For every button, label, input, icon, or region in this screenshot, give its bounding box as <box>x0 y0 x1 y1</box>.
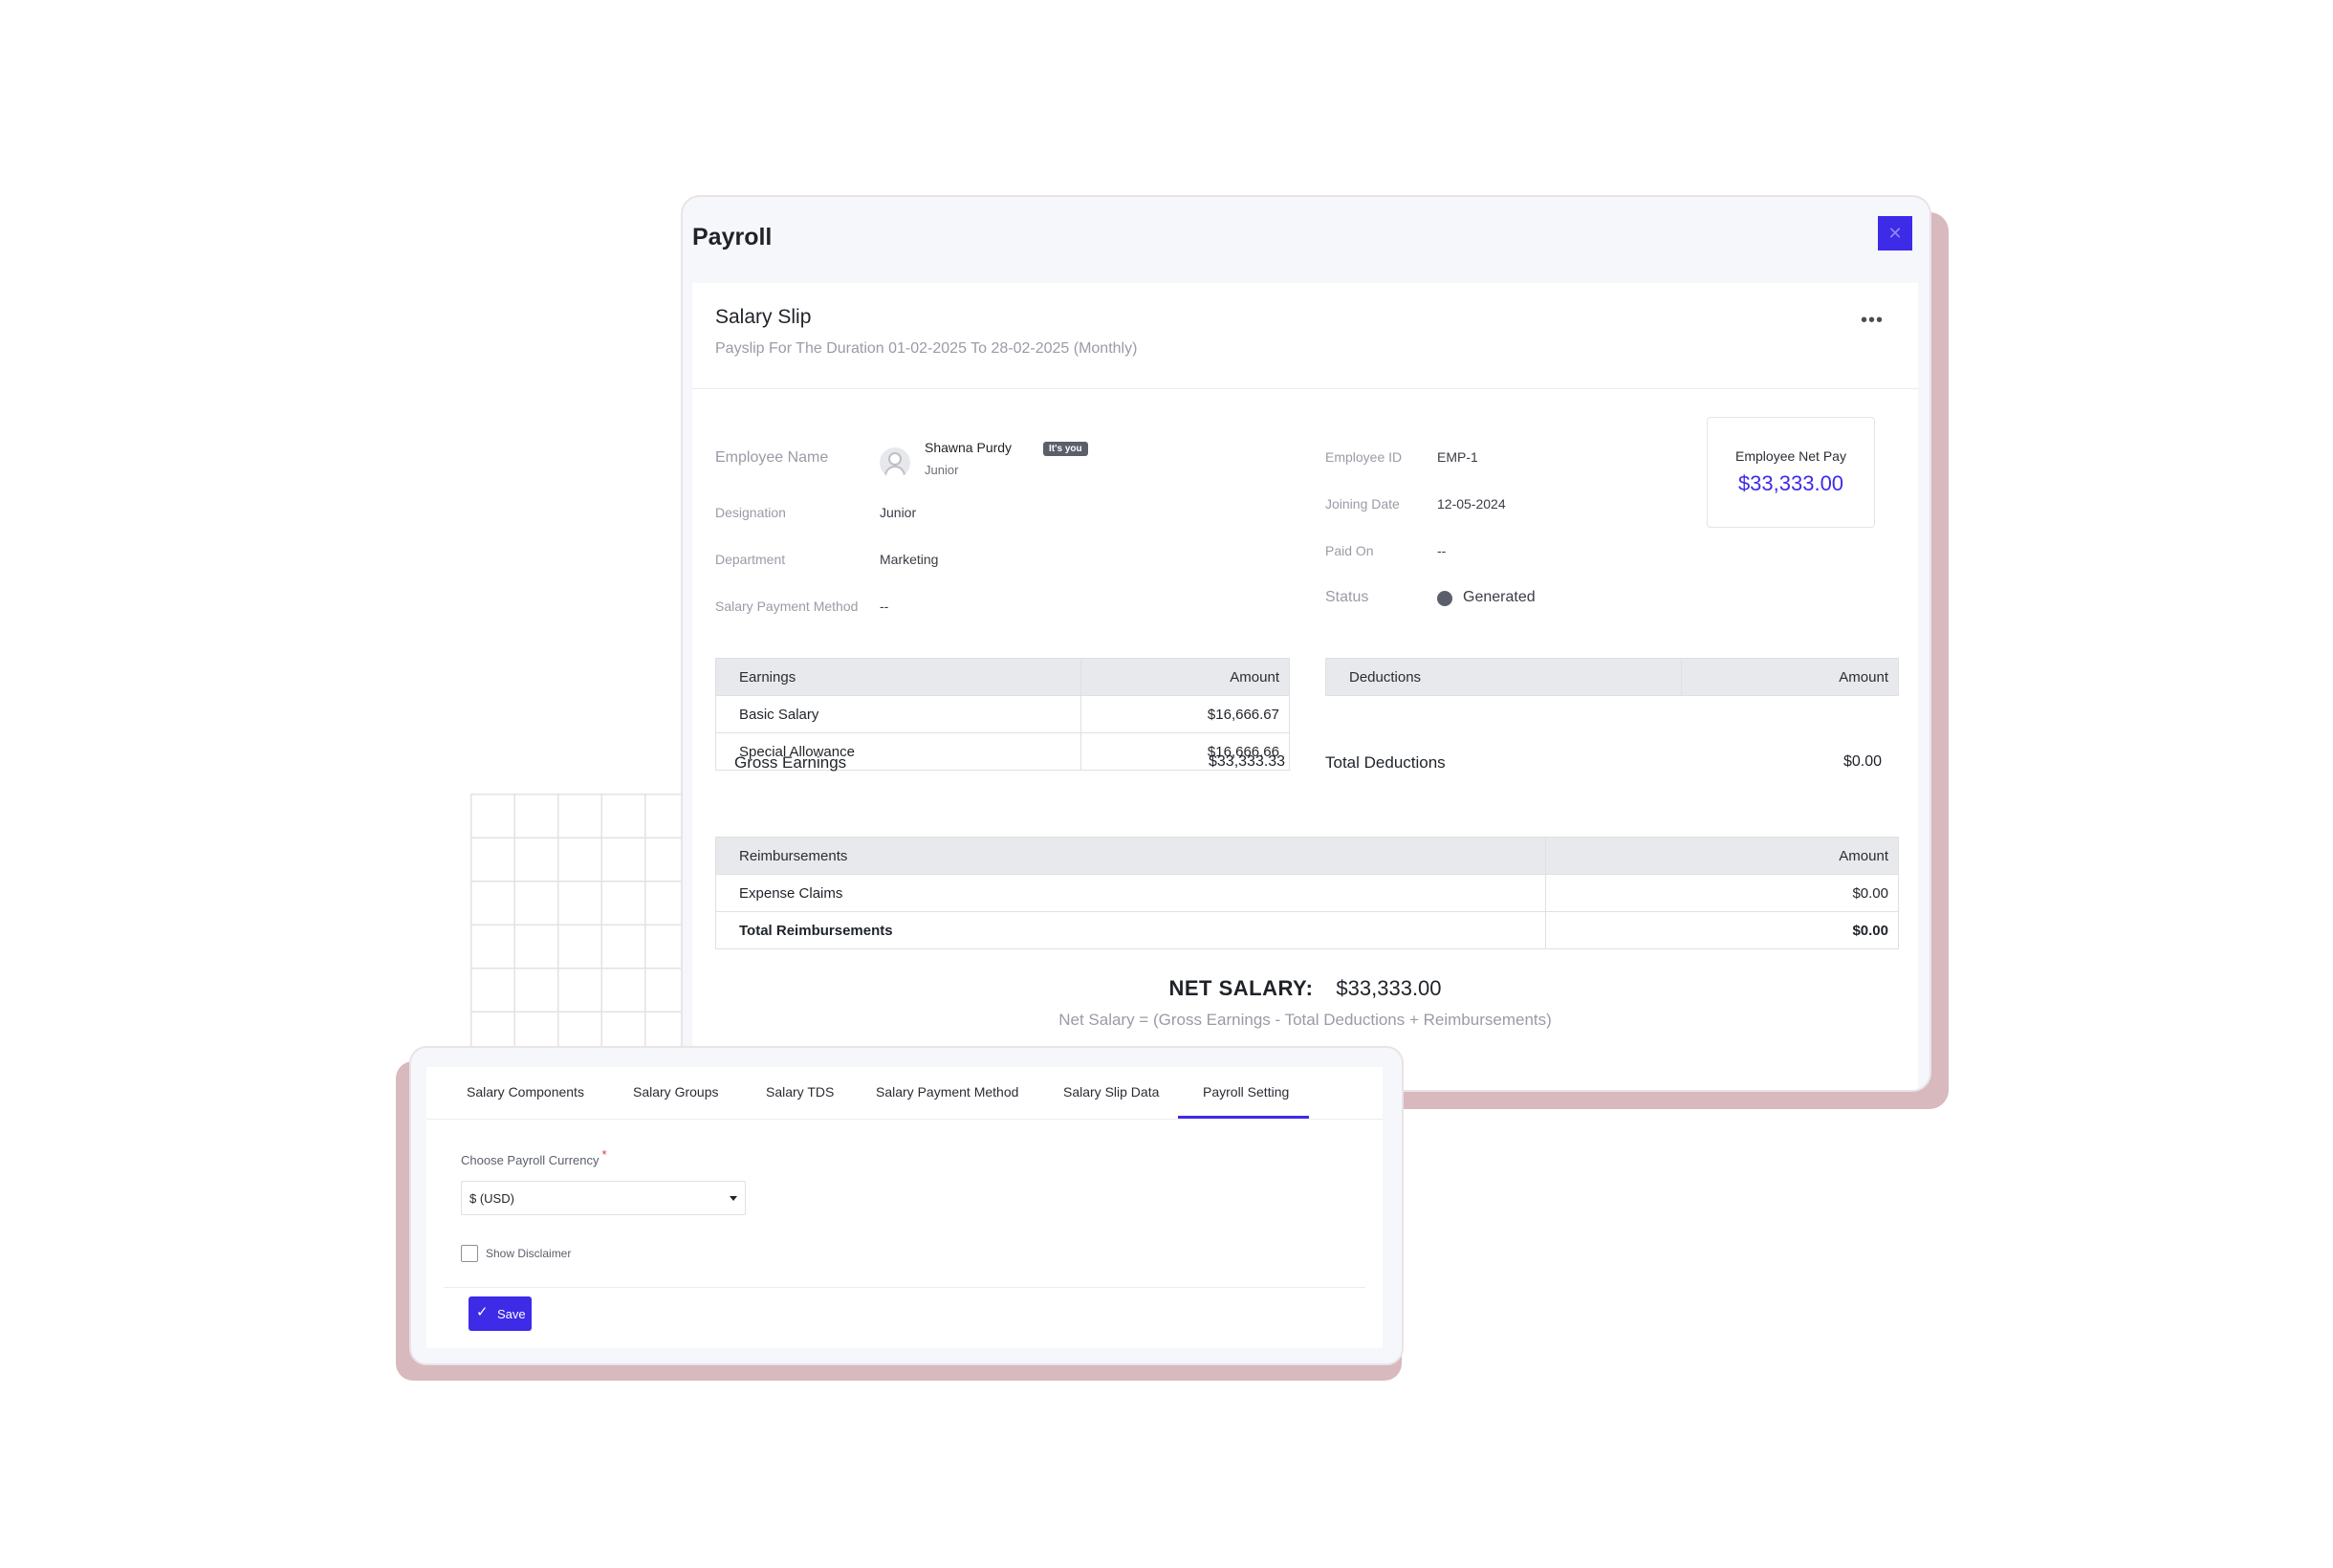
close-icon: ✕ <box>1887 224 1903 243</box>
net-pay-box: Employee Net Pay $33,333.00 <box>1707 417 1875 528</box>
earning-amount: $16,666.67 <box>1080 695 1290 733</box>
more-options-button[interactable]: ••• <box>1861 310 1884 332</box>
payment-method-value: -- <box>880 599 889 614</box>
tab-salary-slip-data[interactable]: Salary Slip Data <box>1063 1084 1159 1100</box>
payroll-settings-window: Salary Components Salary Groups Salary T… <box>409 1046 1404 1365</box>
amount-header: Amount <box>1545 837 1899 875</box>
show-disclaimer-checkbox[interactable] <box>461 1245 478 1262</box>
payment-method-label: Salary Payment Method <box>715 599 859 614</box>
page-title: Payroll <box>692 224 773 250</box>
table-row: Basic Salary $16,666.67 <box>715 695 1290 733</box>
total-reimbursements-value: $0.00 <box>1545 911 1899 949</box>
department-value: Marketing <box>880 552 939 567</box>
earning-name: Basic Salary <box>715 695 1081 733</box>
deductions-header: Deductions <box>1325 658 1682 696</box>
net-salary-line: NET SALARY: $33,333.00 <box>692 976 1918 1001</box>
save-button[interactable]: ✓ Save <box>469 1296 532 1331</box>
amount-header: Amount <box>1080 658 1290 696</box>
its-you-badge: It's you <box>1043 442 1088 456</box>
check-icon: ✓ <box>476 1304 489 1320</box>
table-header-row: Earnings Amount <box>715 658 1290 696</box>
designation-value: Junior <box>880 505 917 520</box>
total-deductions-label: Total Deductions <box>1325 753 1446 772</box>
payroll-window: Payroll ✕ Salary Slip Payslip For The Du… <box>681 195 1931 1092</box>
net-pay-label: Employee Net Pay <box>1735 448 1846 464</box>
settings-divider <box>444 1287 1365 1288</box>
required-marker: * <box>601 1147 607 1162</box>
earnings-header: Earnings <box>715 658 1081 696</box>
save-button-label: Save <box>497 1307 526 1321</box>
status-indicator <box>1437 591 1452 606</box>
gross-earnings-value: $33,333.33 <box>1209 753 1286 770</box>
joining-date-value: 12-05-2024 <box>1437 496 1506 512</box>
gross-earnings-label: Gross Earnings <box>734 753 847 772</box>
employee-name[interactable]: Shawna Purdy <box>925 440 1012 455</box>
deductions-table: Deductions Amount <box>1325 658 1899 696</box>
net-salary-formula: Net Salary = (Gross Earnings - Total Ded… <box>1058 1011 1552 1029</box>
reimbursements-table: Reimbursements Amount Expense Claims $0.… <box>715 837 1899 949</box>
currency-select-value: $ (USD) <box>469 1191 514 1206</box>
tab-salary-payment-method[interactable]: Salary Payment Method <box>876 1084 1018 1100</box>
salary-slip-title: Salary Slip <box>715 306 812 328</box>
tab-salary-tds[interactable]: Salary TDS <box>766 1084 834 1100</box>
decorative-grid <box>470 794 688 1052</box>
currency-select[interactable]: $ (USD) <box>461 1181 746 1215</box>
salary-slip-subtitle: Payslip For The Duration 01-02-2025 To 2… <box>715 340 1138 357</box>
net-salary-value: $33,333.00 <box>1336 976 1442 1000</box>
total-reimbursements-label: Total Reimbursements <box>715 911 1546 949</box>
payroll-window-header: Payroll ✕ <box>683 197 1930 281</box>
amount-header: Amount <box>1681 658 1899 696</box>
avatar <box>880 447 910 478</box>
table-row: Expense Claims $0.00 <box>715 874 1899 912</box>
employee-role: Junior <box>925 463 959 477</box>
show-disclaimer-label[interactable]: Show Disclaimer <box>486 1247 571 1260</box>
salary-slip-card: Salary Slip Payslip For The Duration 01-… <box>692 283 1918 1090</box>
close-button[interactable]: ✕ <box>1878 216 1912 250</box>
employee-name-label: Employee Name <box>715 449 829 466</box>
employee-id-label: Employee ID <box>1325 449 1403 465</box>
table-header-row: Deductions Amount <box>1325 658 1899 696</box>
tab-salary-components[interactable]: Salary Components <box>467 1084 584 1100</box>
net-salary-label: NET SALARY: <box>1168 976 1314 1000</box>
employee-id-value: EMP-1 <box>1437 449 1478 465</box>
currency-field-label: Choose Payroll Currency * <box>461 1147 607 1167</box>
active-tab-indicator <box>1178 1116 1309 1119</box>
reimbursements-header: Reimbursements <box>715 837 1546 875</box>
reimbursement-amount: $0.00 <box>1545 874 1899 912</box>
paid-on-label: Paid On <box>1325 543 1374 558</box>
table-header-row: Reimbursements Amount <box>715 837 1899 875</box>
table-row-total: Total Reimbursements $0.00 <box>715 911 1899 949</box>
settings-tabs: Salary Components Salary Groups Salary T… <box>426 1067 1383 1120</box>
department-label: Department <box>715 552 786 567</box>
header-divider <box>692 388 1918 389</box>
caret-down-icon <box>730 1196 737 1201</box>
status-value: Generated <box>1463 589 1536 605</box>
tab-payroll-setting[interactable]: Payroll Setting <box>1203 1084 1289 1100</box>
more-dots-icon: ••• <box>1860 310 1884 331</box>
joining-date-label: Joining Date <box>1325 496 1400 512</box>
total-deductions-value: $0.00 <box>1843 753 1883 770</box>
paid-on-value: -- <box>1437 543 1447 558</box>
settings-card: Salary Components Salary Groups Salary T… <box>426 1067 1383 1348</box>
reimbursement-name: Expense Claims <box>715 874 1546 912</box>
tab-salary-groups[interactable]: Salary Groups <box>633 1084 718 1100</box>
net-pay-value: $33,333.00 <box>1737 471 1844 495</box>
status-label: Status <box>1325 589 1369 605</box>
designation-label: Designation <box>715 505 786 520</box>
